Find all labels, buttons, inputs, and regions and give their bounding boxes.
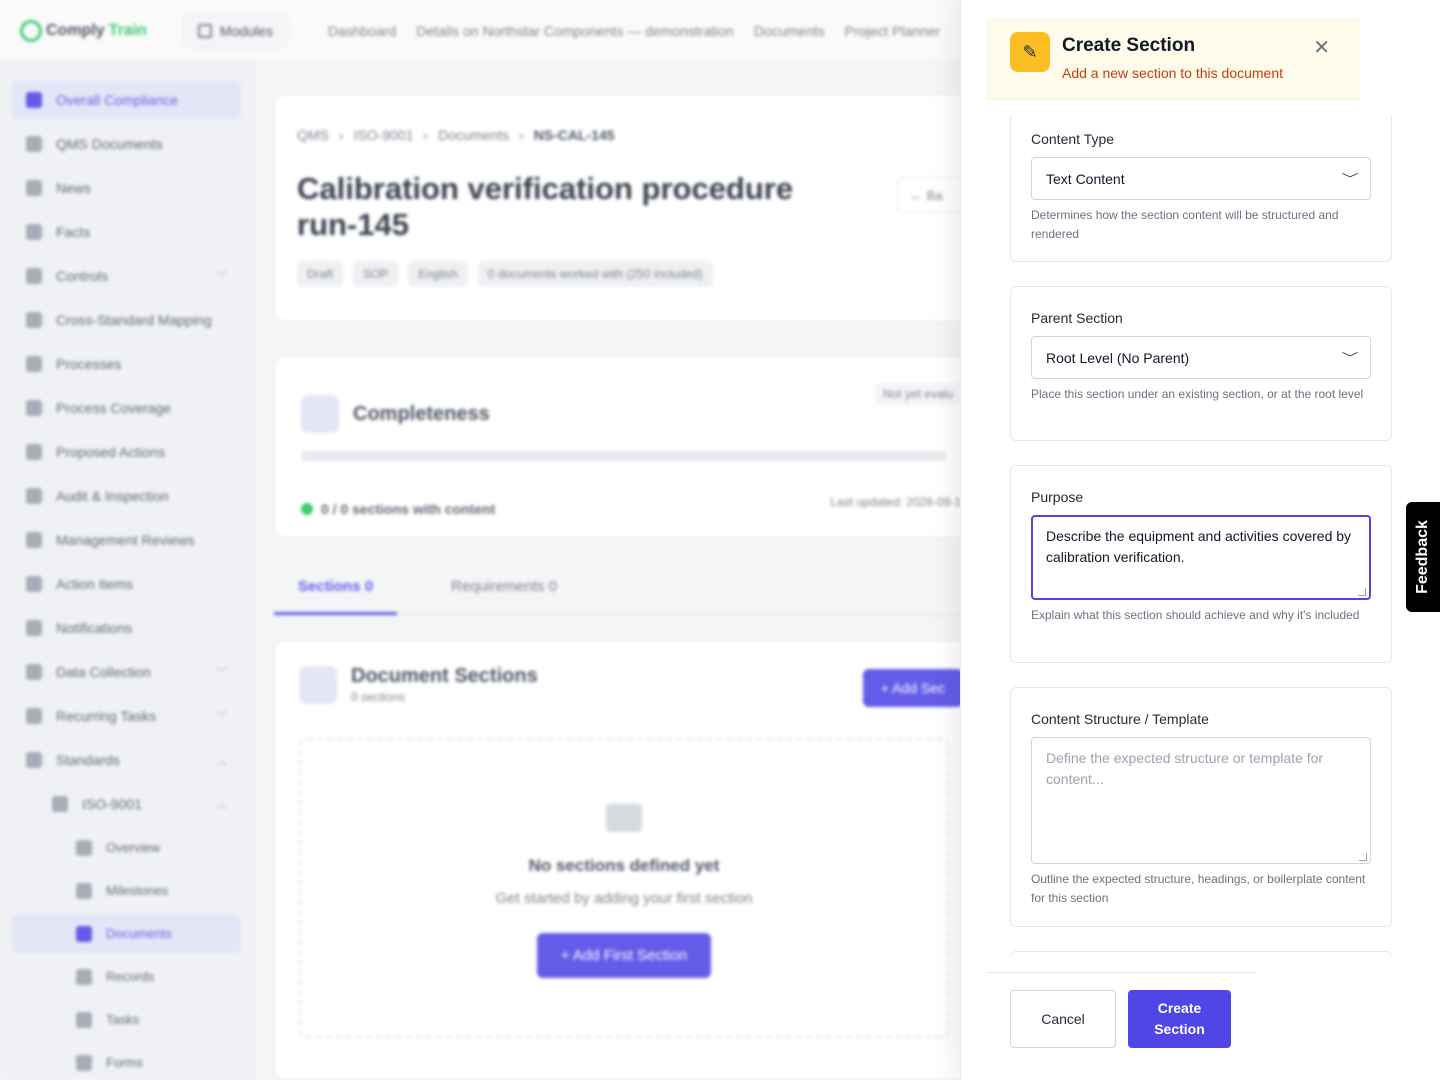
content-type-help: Determines how the section content will … (1031, 208, 1339, 241)
close-icon[interactable]: ✕ (1313, 38, 1330, 58)
chevron-down-icon: ﹀ (1341, 172, 1359, 186)
content-type-value: Text Content (1046, 170, 1125, 187)
chevron-down-icon: ﹀ (1341, 351, 1359, 365)
purpose-textarea[interactable]: Describe the equipment and activities co… (1031, 515, 1371, 600)
content-type-select[interactable]: Text Content ﹀ (1031, 157, 1371, 200)
content-structure-label: Content Structure / Template (1031, 711, 1209, 727)
parent-section-select[interactable]: Root Level (No Parent) ﹀ (1031, 336, 1371, 379)
parent-section-value: Root Level (No Parent) (1046, 349, 1190, 366)
content-structure-help: Outline the expected structure, headings… (1031, 872, 1366, 905)
purpose-label: Purpose (1031, 489, 1084, 505)
parent-section-help: Place this section under an existing sec… (1031, 387, 1364, 401)
content-structure-card: Content Structure / Template Define the … (1010, 687, 1392, 927)
pencil-icon: ✎ (1010, 32, 1050, 72)
feedback-label: Feedback (1414, 520, 1431, 594)
feedback-tab[interactable]: Feedback (1406, 502, 1440, 612)
content-type-label: Content Type (1031, 131, 1115, 147)
parent-section-card: Parent Section Root Level (No Parent) ﹀ … (1010, 286, 1392, 441)
drawer-subtitle: Add a new section to this document (1062, 65, 1284, 81)
drawer-title: Create Section (1062, 35, 1196, 56)
drawer-header: ✎ Create Section Add a new section to th… (986, 18, 1360, 100)
purpose-value: Describe the equipment and activities co… (1046, 528, 1352, 565)
content-structure-textarea[interactable]: Define the expected structure or templat… (1031, 737, 1371, 864)
drawer-form: Content Type Text Content ﹀ Determines h… (986, 116, 1420, 956)
content-type-card: Content Type Text Content ﹀ Determines h… (1010, 116, 1392, 262)
parent-section-label: Parent Section (1031, 310, 1123, 326)
resize-handle-icon[interactable] (1359, 853, 1367, 861)
cancel-button[interactable]: Cancel (1010, 990, 1116, 1048)
create-section-drawer: ✎ Create Section Add a new section to th… (960, 0, 1440, 1080)
purpose-card: Purpose Describe the equipment and activ… (1010, 465, 1392, 663)
drawer-footer: Cancel Create Section (986, 972, 1255, 1064)
create-section-button[interactable]: Create Section (1128, 990, 1231, 1048)
purpose-help: Explain what this section should achieve… (1031, 608, 1360, 622)
next-field-card (1010, 951, 1392, 956)
resize-handle-icon[interactable] (1358, 588, 1366, 596)
content-structure-placeholder: Define the expected structure or templat… (1046, 750, 1324, 787)
